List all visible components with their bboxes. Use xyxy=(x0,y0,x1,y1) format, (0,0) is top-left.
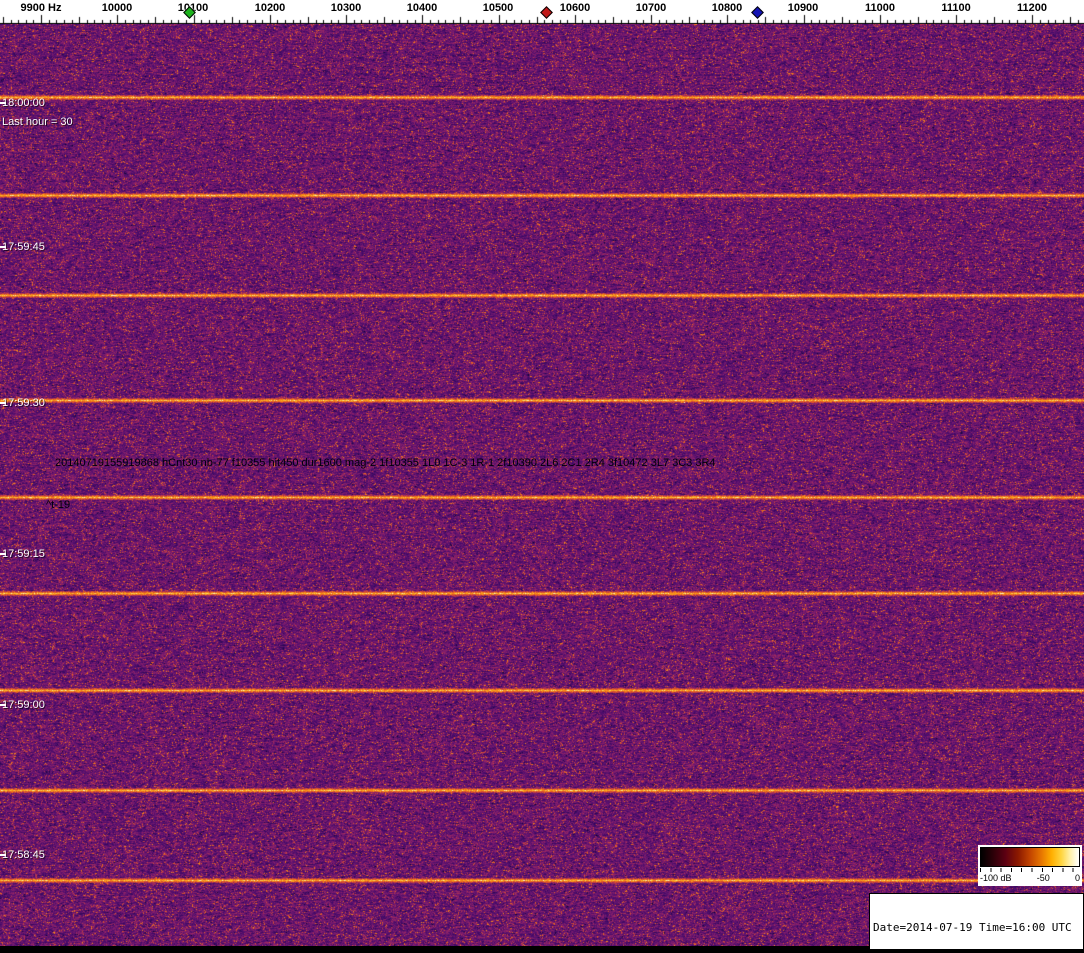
db-label-max: 0 xyxy=(1075,872,1080,884)
info-date-line: Date=2014-07-19 Time=16:00 UTC xyxy=(873,921,1080,934)
db-gradient-bar xyxy=(980,847,1080,867)
frequency-ruler[interactable]: 9900 Hz 10000 10100 10200 10300 10400 10500 106… xyxy=(0,0,1084,24)
time-tick-mark xyxy=(0,102,6,104)
ruler-freq-label: 10800 xyxy=(712,2,743,14)
time-label: 17:59:00 xyxy=(2,699,45,711)
db-label-mid: -50 xyxy=(1037,872,1050,884)
time-label: 17:59:45 xyxy=(2,241,45,253)
time-label: Last hour = 30 xyxy=(2,116,73,128)
ruler-freq-label: 11100 xyxy=(941,2,970,14)
time-label: 18:00:00 xyxy=(2,97,45,109)
db-scale-labels: -100 dB -50 0 xyxy=(980,872,1080,884)
time-tick-mark xyxy=(0,854,6,856)
ruler-freq-label: 10000 xyxy=(102,2,133,14)
ruler-freq-label: 10600 xyxy=(560,2,591,14)
time-tick-mark xyxy=(0,553,6,555)
cursor-readout: ^t-19 xyxy=(46,499,70,511)
ruler-freq-label: 10200 xyxy=(255,2,286,14)
ruler-freq-label: 11200 xyxy=(1017,2,1047,14)
ruler-freq-label: 10400 xyxy=(407,2,438,14)
time-label: 17:59:30 xyxy=(2,397,45,409)
time-label: 17:58:45 xyxy=(2,849,45,861)
observation-info-box: Date=2014-07-19 Time=16:00 UTC Freq=143 … xyxy=(869,893,1084,950)
ruler-freq-label: 9900 Hz xyxy=(21,2,62,14)
spectrogram-canvas[interactable] xyxy=(0,24,1084,946)
time-tick-mark xyxy=(0,704,6,706)
ruler-freq-label: 10500 xyxy=(483,2,514,14)
ruler-freq-label: 11000 xyxy=(865,2,895,14)
time-tick-mark xyxy=(0,402,6,404)
time-label: 17:59:15 xyxy=(2,548,45,560)
ruler-freq-label: 10300 xyxy=(331,2,362,14)
ruler-freq-label: 10700 xyxy=(636,2,667,14)
ruler-freq-label: 10900 xyxy=(788,2,819,14)
detection-annotation: 20140719155919868 hCnt30 nb-77 f10355 hi… xyxy=(55,457,716,469)
db-label-min: -100 dB xyxy=(980,872,1012,884)
time-tick-mark xyxy=(0,246,6,248)
spectrogram-window: 9900 Hz 10000 10100 10200 10300 10400 10500 106… xyxy=(0,0,1084,953)
db-color-scale: -100 dB -50 0 xyxy=(978,845,1082,886)
